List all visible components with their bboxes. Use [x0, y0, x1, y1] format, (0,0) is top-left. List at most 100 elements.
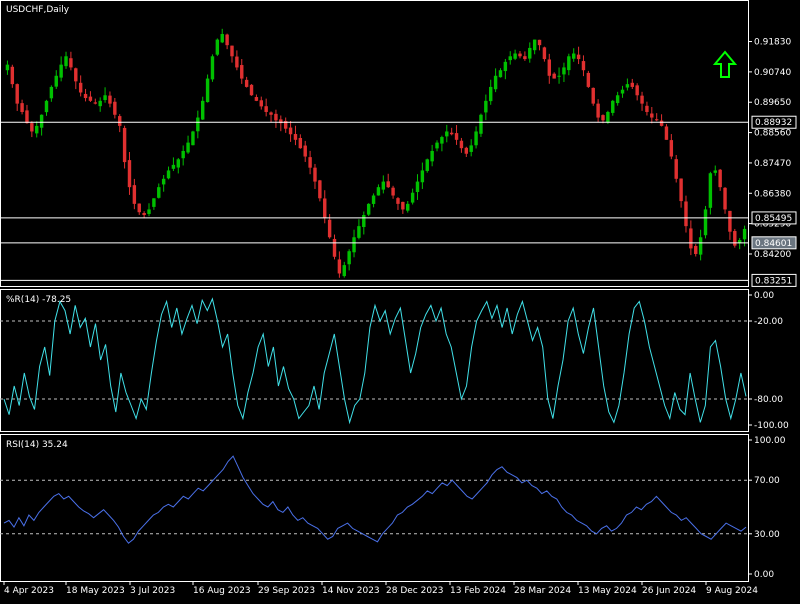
wr-axis-label: 0.00 — [754, 291, 774, 301]
candle-body — [323, 198, 327, 218]
candle-body — [274, 113, 278, 121]
candle-body — [318, 180, 322, 199]
candle-body — [723, 187, 727, 210]
candle-body — [547, 59, 552, 76]
candle-body — [93, 102, 98, 104]
candle-body — [362, 215, 366, 228]
price-axis-label: 0.84200 — [754, 250, 791, 260]
candle-body — [254, 97, 259, 101]
time-axis-label: 13 Feb 2024 — [450, 586, 506, 596]
candle-body — [35, 125, 39, 134]
candle-body — [39, 114, 44, 128]
time-axis-label: 9 Aug 2024 — [706, 586, 758, 596]
candle-body — [366, 203, 371, 215]
candle-body — [78, 82, 83, 93]
price-axis-label: 0.89650 — [754, 98, 791, 108]
candle-body — [20, 103, 24, 112]
candle-body — [591, 87, 595, 104]
candle-body — [235, 56, 239, 68]
rsi-axis-label: 30.00 — [754, 530, 780, 540]
chart-root: 0.91830 0.90740 0.89650 0.88560 0.87470 0.863… — [0, 0, 800, 600]
candle-body — [181, 150, 185, 159]
candle-body — [728, 210, 732, 232]
time-axis-label: 26 Jun 2024 — [642, 586, 696, 596]
candle-body — [98, 100, 102, 107]
candle-body — [606, 111, 610, 123]
price-axis-label: 0.86380 — [754, 189, 791, 199]
candle-body — [244, 79, 249, 87]
candle-body — [508, 56, 512, 61]
candle-body — [103, 95, 107, 101]
candle-body — [264, 106, 268, 112]
up-arrow-icon — [712, 50, 738, 78]
candle-body — [449, 132, 454, 135]
wr-axis-label: -100.00 — [754, 421, 789, 431]
candle-body — [576, 54, 581, 60]
candle-body — [142, 213, 146, 215]
candle-body — [489, 86, 493, 102]
rsi-pane-frame — [0, 434, 749, 582]
candle-body — [215, 39, 220, 55]
time-axis-label: 14 Nov 2023 — [322, 586, 380, 596]
candle-body — [371, 195, 376, 204]
candle-body — [147, 209, 151, 214]
candle-body — [249, 84, 254, 96]
price-level-label: 0.85495 — [755, 214, 792, 224]
chart-canvas[interactable]: 0.91830 0.90740 0.89650 0.88560 0.87470 0.863… — [0, 0, 800, 600]
candle-body — [689, 228, 693, 249]
candle-body — [557, 75, 561, 77]
candle-body — [718, 169, 722, 188]
candle-body — [713, 170, 717, 173]
candle-body — [420, 170, 425, 183]
candle-body — [630, 82, 634, 87]
candle-body — [679, 178, 683, 202]
candle-body — [44, 100, 49, 113]
candle-body — [474, 131, 478, 146]
candle-body — [611, 100, 615, 113]
wr-axis-label: -20.00 — [754, 317, 783, 327]
rsi-axis-label: 70.00 — [754, 476, 780, 486]
candle-body — [440, 137, 444, 144]
time-axis-label: 28 Mar 2024 — [514, 586, 571, 596]
candle-body — [118, 116, 122, 126]
candle-body — [733, 231, 737, 246]
candle-body — [200, 100, 205, 120]
candle-body — [523, 56, 527, 60]
candle-body — [225, 34, 229, 46]
candle-body — [210, 56, 215, 80]
candle-body — [391, 187, 395, 196]
candle-body — [396, 198, 400, 204]
candle-body — [288, 127, 293, 135]
candle-body — [127, 160, 132, 188]
candle-body — [406, 203, 410, 211]
candle-body — [625, 84, 630, 88]
candle-body — [352, 237, 356, 253]
candle-body — [83, 93, 88, 99]
candle-body — [69, 58, 73, 68]
candle-body — [454, 133, 459, 140]
candle-body — [166, 170, 171, 179]
candle-body — [5, 64, 10, 71]
time-axis-label: 3 Jul 2023 — [130, 586, 175, 596]
candle-body — [161, 178, 166, 185]
candle-body — [157, 187, 161, 198]
candle-body — [635, 85, 639, 96]
candle-body — [703, 209, 708, 236]
candle-body — [313, 167, 317, 182]
candle-body — [659, 120, 664, 126]
candle-body — [528, 47, 532, 59]
candle-body — [445, 131, 449, 137]
candle-body — [469, 145, 473, 152]
candle-body — [64, 56, 68, 67]
candle-body — [503, 61, 508, 72]
candle-body — [186, 142, 190, 153]
candle-body — [498, 70, 503, 78]
price-level-label: 0.88932 — [755, 118, 792, 128]
candle-body — [25, 110, 29, 124]
candle-body — [620, 89, 625, 94]
candle-body — [586, 72, 591, 87]
price-axis-label: 0.90740 — [754, 68, 791, 78]
candle-body — [191, 131, 195, 146]
candle-body — [684, 201, 688, 227]
candle-body — [293, 134, 298, 140]
